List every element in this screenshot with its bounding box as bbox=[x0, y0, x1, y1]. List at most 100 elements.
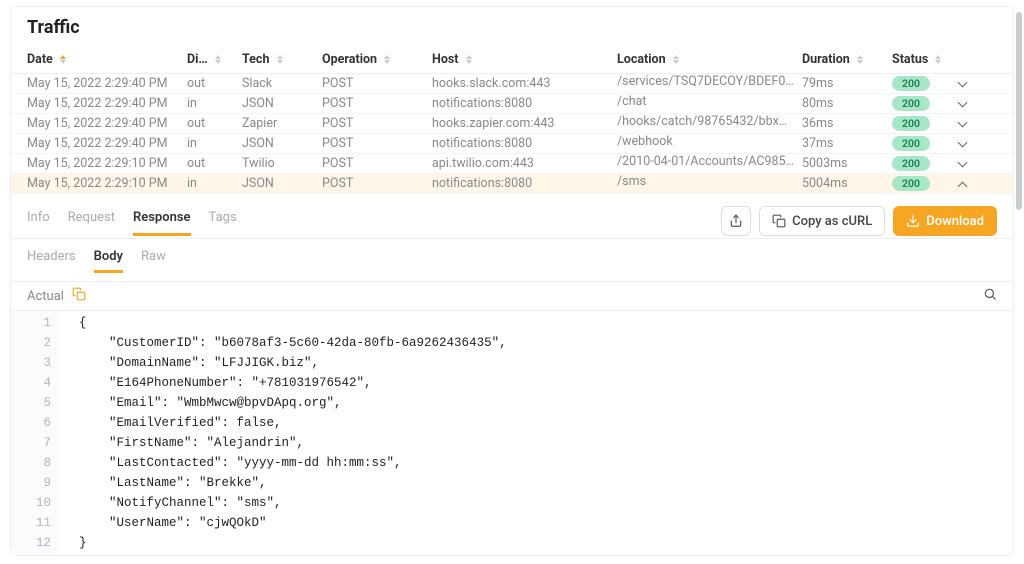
tab-tags[interactable]: Tags bbox=[209, 206, 237, 236]
cell-host: notifications:8080 bbox=[432, 96, 617, 111]
cell-location: /services/TSQ7DECOY/BDEF0… bbox=[617, 74, 802, 93]
cell-date: May 15, 2022 2:29:10 PM bbox=[27, 176, 187, 191]
table-row[interactable]: May 15, 2022 2:29:10 PMinJSONPOSTnotific… bbox=[11, 174, 1013, 194]
cell-direction: in bbox=[187, 136, 242, 151]
column-label: Status bbox=[892, 52, 928, 67]
table-row[interactable]: May 15, 2022 2:29:40 PMinJSONPOSTnotific… bbox=[11, 94, 1013, 114]
tab-info[interactable]: Info bbox=[27, 206, 50, 236]
line-number: 2 bbox=[11, 333, 51, 353]
chevron-down-icon bbox=[959, 139, 969, 149]
cell-location: /sms bbox=[617, 174, 802, 193]
subtab-body[interactable]: Body bbox=[94, 245, 123, 273]
line-number: 12 bbox=[11, 533, 51, 553]
expand-toggle[interactable] bbox=[952, 99, 976, 109]
status-badge: 200 bbox=[892, 176, 930, 191]
chevron-down-icon bbox=[959, 159, 969, 169]
sort-icon bbox=[935, 55, 941, 64]
code-line: "LastName": "Brekke", bbox=[79, 473, 507, 493]
expand-toggle[interactable] bbox=[952, 179, 976, 189]
column-label: Duration bbox=[802, 52, 850, 67]
cell-operation: POST bbox=[322, 116, 432, 131]
search-icon bbox=[983, 287, 997, 301]
traffic-panel: Traffic Date Di… Tech Operation Host Loc… bbox=[10, 6, 1014, 556]
code-line: "EmailVerified": false, bbox=[79, 413, 507, 433]
column-label: Date bbox=[27, 52, 53, 67]
detail-tab-bar: Info Request Response Tags Copy as cURL … bbox=[11, 204, 1013, 238]
table-row[interactable]: May 15, 2022 2:29:40 PMinJSONPOSTnotific… bbox=[11, 134, 1013, 154]
cell-location: /webhook bbox=[617, 134, 802, 153]
column-label: Tech bbox=[242, 52, 269, 67]
code-line: "E164PhoneNumber": "+781031976542", bbox=[79, 373, 507, 393]
line-number: 7 bbox=[11, 433, 51, 453]
expand-toggle[interactable] bbox=[952, 139, 976, 149]
copy-icon bbox=[772, 214, 786, 228]
actual-label: Actual bbox=[27, 289, 64, 304]
expand-toggle[interactable] bbox=[952, 79, 976, 89]
cell-tech: JSON bbox=[242, 176, 322, 191]
cell-operation: POST bbox=[322, 96, 432, 111]
cell-status: 200 bbox=[892, 136, 952, 151]
copy-body-button[interactable] bbox=[72, 287, 86, 305]
download-icon bbox=[906, 214, 920, 228]
download-button[interactable]: Download bbox=[893, 206, 997, 236]
line-number: 11 bbox=[11, 513, 51, 533]
expand-toggle[interactable] bbox=[952, 159, 976, 169]
download-label: Download bbox=[926, 214, 984, 229]
subtab-headers[interactable]: Headers bbox=[27, 245, 76, 273]
sort-icon bbox=[277, 55, 283, 64]
cell-operation: POST bbox=[322, 136, 432, 151]
cell-status: 200 bbox=[892, 76, 952, 91]
table-row[interactable]: May 15, 2022 2:29:40 PMoutZapierPOSThook… bbox=[11, 114, 1013, 134]
code-line: "Email": "WmbMwcw@bpvDApq.org", bbox=[79, 393, 507, 413]
cell-host: notifications:8080 bbox=[432, 176, 617, 191]
column-label: Operation bbox=[322, 52, 377, 67]
line-number: 3 bbox=[11, 353, 51, 373]
chevron-down-icon bbox=[959, 119, 969, 129]
code-line: "LastContacted": "yyyy-mm-dd hh:mm:ss", bbox=[79, 453, 507, 473]
cell-host: hooks.slack.com:443 bbox=[432, 76, 617, 91]
cell-direction: out bbox=[187, 156, 242, 171]
cell-status: 200 bbox=[892, 96, 952, 111]
column-header-location[interactable]: Location bbox=[617, 52, 802, 67]
copy-icon bbox=[72, 287, 86, 301]
sort-icon bbox=[215, 55, 221, 64]
table-row[interactable]: May 15, 2022 2:29:40 PMoutSlackPOSThooks… bbox=[11, 74, 1013, 94]
line-number: 1 bbox=[11, 313, 51, 333]
scrollbar-thumb[interactable] bbox=[1016, 12, 1022, 210]
column-header-status[interactable]: Status bbox=[892, 52, 952, 67]
tab-response[interactable]: Response bbox=[133, 206, 191, 236]
cell-operation: POST bbox=[322, 176, 432, 191]
table-row[interactable]: May 15, 2022 2:29:10 PMoutTwilioPOSTapi.… bbox=[11, 154, 1013, 174]
line-number: 6 bbox=[11, 413, 51, 433]
search-body-button[interactable] bbox=[983, 287, 997, 305]
subtab-raw[interactable]: Raw bbox=[141, 245, 166, 273]
code-line: "CustomerID": "b6078af3-5c60-42da-80fb-6… bbox=[79, 333, 507, 353]
cell-direction: out bbox=[187, 76, 242, 91]
share-button[interactable] bbox=[721, 206, 751, 236]
status-badge: 200 bbox=[892, 96, 930, 111]
cell-duration: 5003ms bbox=[802, 156, 892, 171]
share-icon bbox=[729, 214, 743, 228]
response-body-code[interactable]: 123456789101112 { "CustomerID": "b6078af… bbox=[11, 311, 1013, 555]
cell-date: May 15, 2022 2:29:40 PM bbox=[27, 136, 187, 151]
column-header-date[interactable]: Date bbox=[27, 52, 187, 67]
expand-toggle[interactable] bbox=[952, 119, 976, 129]
tab-request[interactable]: Request bbox=[68, 206, 115, 236]
line-number: 5 bbox=[11, 393, 51, 413]
column-header-direction[interactable]: Di… bbox=[187, 52, 242, 67]
column-header-tech[interactable]: Tech bbox=[242, 52, 322, 67]
chevron-down-icon bbox=[959, 99, 969, 109]
cell-operation: POST bbox=[322, 76, 432, 91]
cell-host: notifications:8080 bbox=[432, 136, 617, 151]
column-label: Location bbox=[617, 52, 666, 67]
sort-icon bbox=[384, 55, 390, 64]
copy-as-curl-button[interactable]: Copy as cURL bbox=[759, 206, 885, 236]
code-line: "NotifyChannel": "sms", bbox=[79, 493, 507, 513]
panel-header: Traffic bbox=[11, 7, 1013, 46]
column-header-host[interactable]: Host bbox=[432, 52, 617, 67]
code-line: "DomainName": "LFJJIGK.biz", bbox=[79, 353, 507, 373]
column-header-duration[interactable]: Duration bbox=[802, 52, 892, 67]
code-line: } bbox=[79, 533, 507, 553]
cell-duration: 79ms bbox=[802, 76, 892, 91]
column-header-operation[interactable]: Operation bbox=[322, 52, 432, 67]
